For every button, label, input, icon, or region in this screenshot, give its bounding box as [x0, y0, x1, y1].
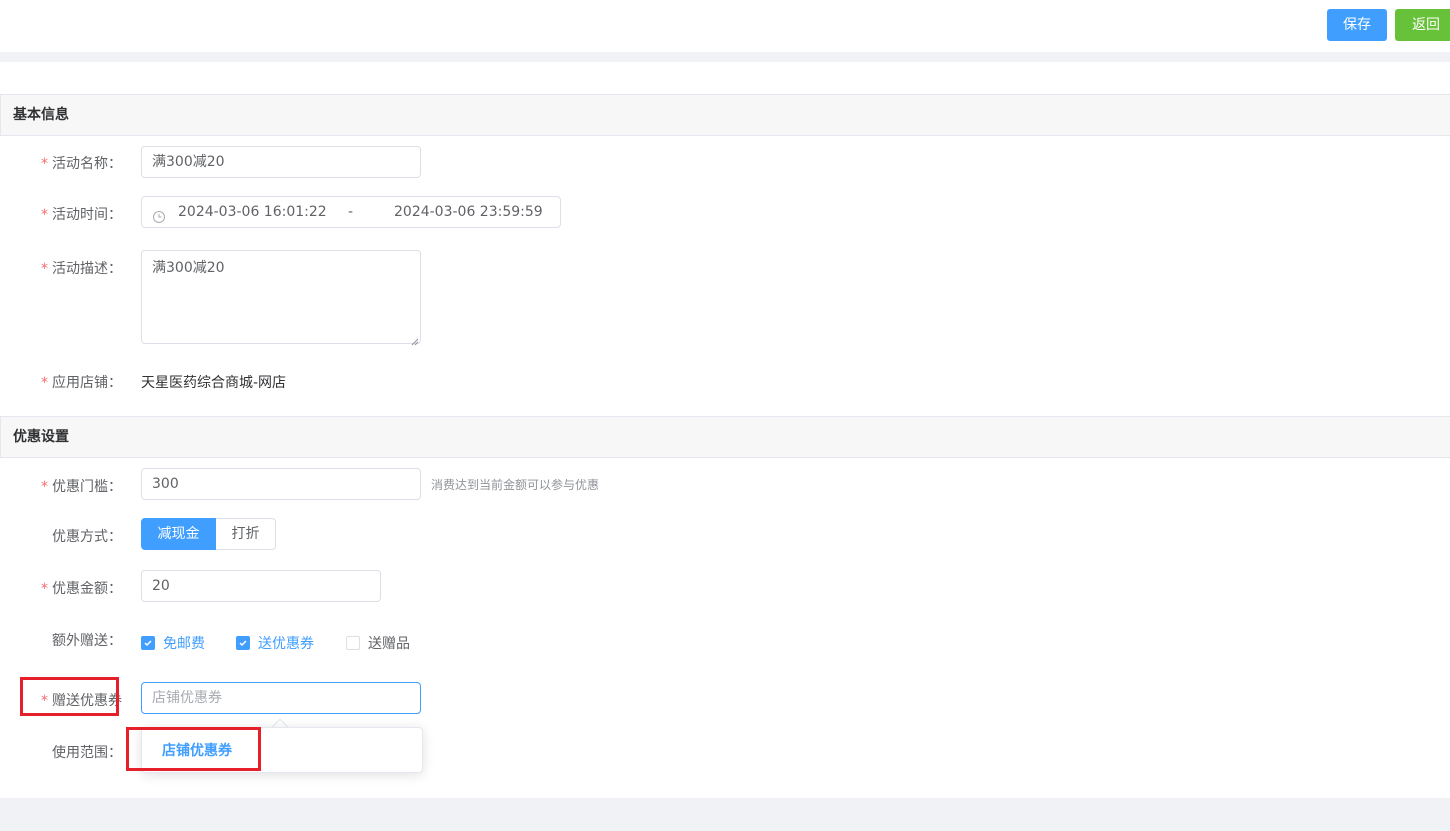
- extras-label: 额外赠送：: [52, 633, 122, 649]
- store-value: 天星医药综合商城-网店: [141, 375, 287, 391]
- send-coupon-label: 送优惠券: [258, 636, 314, 652]
- threshold-label: * 优惠门槛：: [41, 479, 122, 495]
- highlight-box-dropdown-item: [126, 727, 261, 771]
- mode-option-cash[interactable]: 减现金: [141, 518, 216, 550]
- send-gift-checkbox[interactable]: 送赠品: [346, 633, 410, 653]
- amount-label: * 优惠金额：: [41, 581, 122, 597]
- back-button[interactable]: 返回: [1395, 9, 1450, 41]
- send-coupon-checkbox[interactable]: 送优惠券: [236, 633, 314, 653]
- threshold-input[interactable]: 300: [141, 468, 421, 500]
- end-time: 2024-03-06 23:59:59: [394, 204, 543, 220]
- checkbox-unchecked-icon: [346, 636, 360, 650]
- section-discount-settings: 优惠设置: [0, 416, 1450, 458]
- free-shipping-checkbox[interactable]: 免邮费: [141, 633, 205, 653]
- coupon-placeholder: 店铺优惠券: [152, 690, 222, 706]
- activity-name-input[interactable]: 满300减20: [141, 146, 421, 178]
- checkbox-checked-icon: [236, 636, 250, 650]
- mode-option-discount[interactable]: 打折: [216, 518, 276, 550]
- threshold-hint: 消费达到当前金额可以参与优惠: [431, 478, 600, 492]
- amount-input[interactable]: 20: [141, 570, 381, 602]
- activity-time-range-picker[interactable]: 2024-03-06 16:01:22 - 2024-03-06 23:59:5…: [141, 196, 561, 228]
- coupon-select[interactable]: 店铺优惠券: [141, 682, 421, 714]
- save-button[interactable]: 保存: [1327, 9, 1387, 41]
- checkbox-checked-icon: [141, 636, 155, 650]
- free-shipping-label: 免邮费: [163, 636, 205, 652]
- scope-label: 使用范围：: [52, 745, 122, 761]
- name-label: * 活动名称：: [41, 156, 122, 172]
- send-gift-label: 送赠品: [368, 636, 410, 652]
- start-time: 2024-03-06 16:01:22: [178, 204, 327, 220]
- desc-label: * 活动描述：: [41, 261, 122, 277]
- section-basic-info: 基本信息: [0, 94, 1450, 136]
- store-label: * 应用店铺：: [41, 375, 122, 391]
- resize-grip-icon[interactable]: [411, 334, 419, 346]
- mode-label: 优惠方式：: [52, 529, 122, 545]
- form-panel: 基本信息 * 活动名称： 满300减20 * 活动时间： 2024-03-06 16…: [0, 62, 1450, 798]
- time-label: * 活动时间：: [41, 207, 122, 223]
- activity-desc-textarea[interactable]: 满300减20: [141, 250, 421, 346]
- range-separator: -: [348, 204, 354, 220]
- clock-icon: [152, 205, 166, 223]
- top-toolbar: 保存 返回: [0, 0, 1450, 52]
- desc-text: 满300减20: [152, 260, 225, 276]
- highlight-box-coupon-label: [20, 677, 119, 716]
